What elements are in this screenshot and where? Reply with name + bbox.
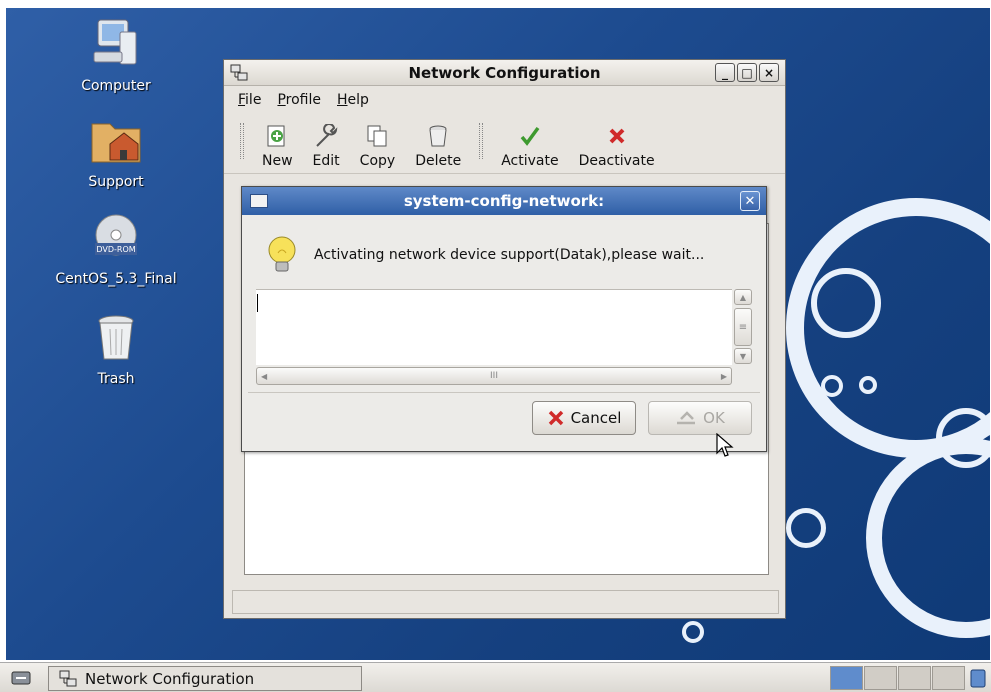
scroll-left-button[interactable]: ◀ xyxy=(261,372,267,381)
copy-label: Copy xyxy=(359,153,396,169)
home-folder-icon xyxy=(91,123,141,163)
dvd-icon: DVD-ROM xyxy=(95,214,137,256)
scroll-right-button[interactable]: ▶ xyxy=(721,372,727,381)
workspace-4[interactable] xyxy=(932,666,965,690)
dvd-badge-text: DVD-ROM xyxy=(96,245,135,254)
deactivate-button[interactable]: Deactivate xyxy=(569,123,665,169)
menu-profile[interactable]: Profile xyxy=(277,92,321,108)
message-row: Activating network device support(Datak)… xyxy=(266,235,704,275)
computer-icon xyxy=(93,19,137,65)
horizontal-scrollbar[interactable]: ◀ III ▶ xyxy=(256,367,732,385)
horizontal-scroll-thumb[interactable]: III xyxy=(490,371,498,381)
desktop-icon-label: Computer xyxy=(81,78,151,94)
workspace-1[interactable] xyxy=(830,666,863,690)
dialog-titlebar[interactable]: system-config-network: ✕ xyxy=(242,187,766,215)
x-mark-icon xyxy=(609,128,624,144)
cancel-icon xyxy=(548,410,563,426)
delete-label: Delete xyxy=(415,153,462,169)
swirl-decoration xyxy=(682,621,704,643)
minimize-button[interactable]: _ xyxy=(715,63,735,82)
progress-dialog: system-config-network: ✕ Activating netw… xyxy=(241,186,767,452)
horizontal-scroll-track[interactable]: ◀ III ▶ xyxy=(256,367,732,385)
taskbar-button-network-configuration[interactable]: Network Configuration xyxy=(48,666,362,691)
workspace-3[interactable] xyxy=(898,666,931,690)
scroll-up-button[interactable]: ▲ xyxy=(734,289,752,305)
scroll-thumb[interactable]: ≡ xyxy=(734,308,752,346)
desktop-icon-computer[interactable]: Computer xyxy=(46,16,186,94)
swirl-decoration xyxy=(811,268,881,338)
swirl-decoration xyxy=(866,438,990,638)
toolbar: New Edit Copy Delete Activate Deactivate xyxy=(224,112,785,174)
status-bar xyxy=(232,590,779,614)
swirl-decoration xyxy=(786,508,826,548)
swirl-decoration xyxy=(821,375,843,397)
window-title: Network Configuration xyxy=(408,64,601,82)
dialog-title: system-config-network: xyxy=(403,192,605,210)
delete-icon xyxy=(429,125,447,147)
desktop-icon-label: CentOS_5.3_Final xyxy=(55,271,177,287)
ok-icon xyxy=(677,411,696,425)
mouse-cursor-icon xyxy=(716,433,734,457)
delete-button[interactable]: Delete xyxy=(405,123,471,169)
dialog-separator xyxy=(248,392,760,393)
dialog-message: Activating network device support(Datak)… xyxy=(314,247,705,263)
desktop-icon-support[interactable]: Support xyxy=(46,114,186,190)
menubar: File Profile Help xyxy=(224,86,785,112)
trash-applet-icon[interactable] xyxy=(969,667,987,689)
ok-label: OK xyxy=(703,409,725,427)
toolbar-separator xyxy=(479,123,484,159)
swirl-decoration xyxy=(859,376,877,394)
scroll-down-button[interactable]: ▼ xyxy=(734,348,752,364)
menu-file[interactable]: File xyxy=(238,92,261,108)
toolbar-grip xyxy=(240,123,244,159)
copy-button[interactable]: Copy xyxy=(350,123,406,169)
deactivate-label: Deactivate xyxy=(578,153,655,169)
check-icon xyxy=(520,126,540,146)
taskbar: Network Configuration xyxy=(0,662,991,692)
window-titlebar[interactable]: Network Configuration _ □ × xyxy=(224,60,785,86)
network-app-icon xyxy=(59,670,77,686)
cancel-label: Cancel xyxy=(570,409,622,427)
ok-button[interactable]: OK xyxy=(648,401,752,435)
activate-button[interactable]: Activate xyxy=(491,123,568,169)
lightbulb-icon xyxy=(268,236,296,272)
dialog-close-button[interactable]: ✕ xyxy=(740,191,760,211)
menu-help[interactable]: Help xyxy=(337,92,369,108)
close-button[interactable]: × xyxy=(759,63,779,82)
wrench-icon xyxy=(316,124,338,147)
taskbar-button-label: Network Configuration xyxy=(85,669,255,688)
desktop-icon-label: Trash xyxy=(97,371,135,387)
workspace-2[interactable] xyxy=(864,666,897,690)
maximize-button[interactable]: □ xyxy=(737,63,757,82)
edit-button[interactable]: Edit xyxy=(303,123,350,169)
swirl-decoration xyxy=(936,408,990,468)
edit-label: Edit xyxy=(312,153,340,169)
new-icon xyxy=(267,125,285,147)
system-menu-icon[interactable] xyxy=(10,668,32,688)
vertical-scrollbar[interactable]: ▲ ≡ ▼ xyxy=(734,289,752,365)
desktop-icon-label: Support xyxy=(88,174,144,190)
text-caret xyxy=(257,294,258,312)
cancel-button[interactable]: Cancel xyxy=(532,401,636,435)
activate-label: Activate xyxy=(501,153,559,169)
log-text-area[interactable] xyxy=(256,289,732,365)
new-button[interactable]: New xyxy=(252,123,303,169)
new-label: New xyxy=(262,153,293,169)
desktop-icon-trash[interactable]: Trash xyxy=(46,313,186,387)
trash-icon xyxy=(98,315,134,360)
copy-icon xyxy=(367,125,387,147)
workspace-switcher xyxy=(830,666,965,690)
desktop-icon-dvd[interactable]: DVD-ROM CentOS_5.3_Final xyxy=(46,213,186,287)
